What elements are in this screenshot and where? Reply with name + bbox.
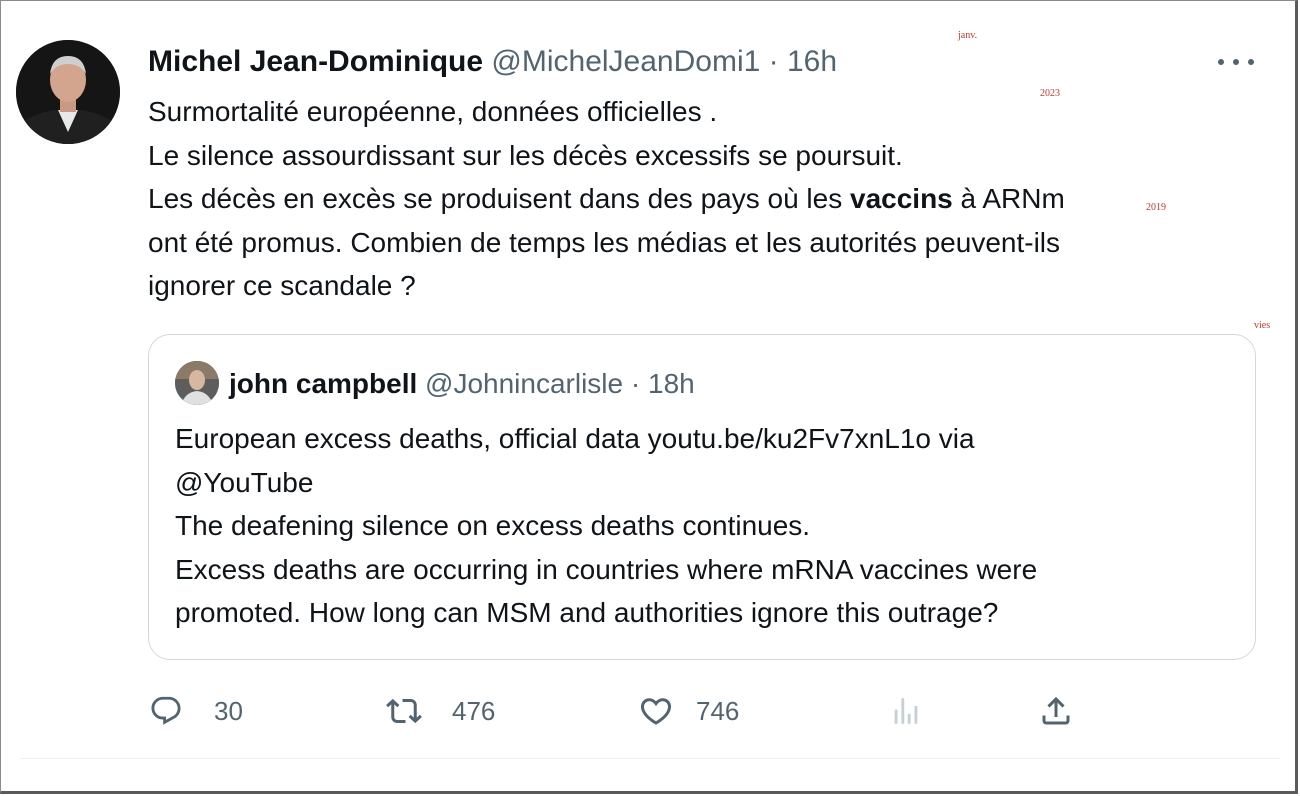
tweet-header: Michel Jean-Dominique @MichelJeanDomi1 ·…: [148, 44, 837, 80]
tweet-timestamp[interactable]: 16h: [787, 45, 837, 78]
reply-button[interactable]: 30: [148, 690, 243, 732]
author-avatar[interactable]: [16, 40, 120, 144]
divider: [20, 758, 1280, 759]
more-horizontal-icon: [1218, 59, 1224, 65]
quoted-author-avatar-image: [175, 361, 219, 405]
quoted-text-line: European excess deaths, official data yo…: [175, 423, 975, 454]
like-button[interactable]: 746: [638, 690, 739, 732]
author-handle[interactable]: @MichelJeanDomi1: [491, 45, 760, 78]
quoted-tweet-header: john campbell @Johnincarlisle · 18h: [229, 367, 695, 401]
quoted-text-line: promoted. How long can MSM and authoriti…: [175, 597, 999, 628]
quoted-header-separator: ·: [630, 368, 641, 399]
header-separator: ·: [768, 45, 779, 78]
quoted-tweet-text: European excess deaths, official data yo…: [175, 417, 1235, 635]
views-icon: [888, 693, 924, 729]
quoted-author-name[interactable]: john campbell: [229, 368, 417, 399]
reply-count: 30: [214, 695, 243, 726]
more-options-button[interactable]: [1218, 48, 1254, 76]
quoted-author-avatar[interactable]: [175, 361, 219, 405]
quoted-text-line: The deafening silence on excess deaths c…: [175, 510, 811, 541]
quoted-tweet-timestamp[interactable]: 18h: [648, 368, 695, 399]
tweet-text-line: ont été promus. Combien de temps les méd…: [148, 226, 1061, 258]
tweet-text-fragment: à ARNm: [952, 183, 1065, 214]
tweet-text-bold: vaccins: [850, 183, 953, 214]
tweet-text-line: Le silence assourdissant sur les décès e…: [148, 139, 903, 171]
author-avatar-image: [16, 40, 120, 144]
annotation-mark: vies: [1254, 320, 1271, 331]
quoted-tweet-card[interactable]: john campbell @Johnincarlisle · 18h Euro…: [148, 334, 1256, 660]
retweet-icon: [386, 693, 422, 729]
author-name[interactable]: Michel Jean-Dominique: [148, 45, 483, 78]
annotation-mark: 2019: [1146, 202, 1166, 213]
reply-icon: [148, 693, 184, 729]
tweet-text-line: Les décès en excès se produisent dans de…: [148, 177, 1238, 221]
annotation-mark: 2023: [1040, 88, 1060, 99]
heart-icon: [638, 693, 674, 729]
quoted-text-line: Excess deaths are occurring in countries…: [175, 553, 1038, 585]
tweet-text-line: Surmortalité européenne, données officie…: [148, 96, 718, 127]
tweet-text: Surmortalité européenne, données officie…: [148, 90, 1238, 308]
quoted-text-line: @YouTube: [175, 466, 314, 498]
retweet-count: 476: [452, 695, 496, 726]
retweet-button[interactable]: 476: [386, 690, 495, 732]
tweet-action-bar: 30 476 746: [148, 690, 1248, 732]
views-button[interactable]: [888, 690, 924, 732]
share-icon: [1038, 693, 1074, 729]
quoted-author-handle[interactable]: @Johnincarlisle: [425, 368, 623, 399]
like-count: 746: [696, 695, 740, 726]
annotation-mark: janv.: [958, 30, 978, 41]
share-button[interactable]: [1038, 690, 1074, 732]
tweet-text-line: ignorer ce scandale ?: [148, 270, 416, 301]
tweet-text-fragment: Les décès en excès se produisent dans de…: [148, 183, 850, 214]
